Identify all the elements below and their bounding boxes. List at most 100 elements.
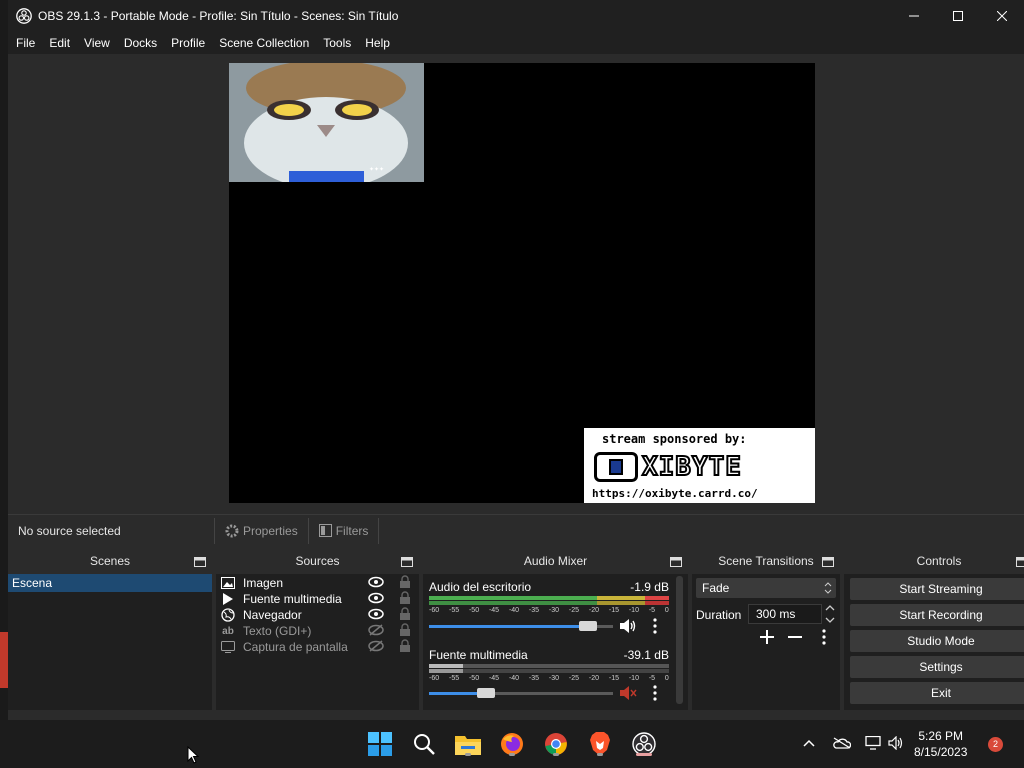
network-icon[interactable] — [864, 736, 882, 750]
play-icon — [220, 592, 236, 606]
properties-label: Properties — [243, 523, 298, 538]
track-db: -1.9 dB — [630, 580, 669, 594]
settings-button[interactable]: Settings — [850, 656, 1024, 678]
file-explorer-icon[interactable] — [452, 728, 484, 760]
source-item-navegador[interactable]: Navegador — [216, 607, 419, 623]
chevron-up-icon[interactable] — [803, 739, 815, 747]
onedrive-offline-icon[interactable] — [833, 737, 851, 749]
volume-slider-media[interactable] — [429, 688, 613, 698]
duration-input[interactable]: 300 ms — [748, 604, 822, 624]
volume-meter — [429, 601, 669, 605]
lock-icon[interactable] — [399, 607, 411, 621]
lock-icon[interactable] — [399, 575, 411, 589]
properties-button[interactable]: Properties — [225, 524, 298, 538]
undock-icon[interactable] — [822, 555, 834, 567]
menu-scene-collection[interactable]: Scene Collection — [219, 36, 309, 50]
monitor-icon — [220, 640, 236, 654]
speaker-icon[interactable] — [619, 618, 637, 634]
filters-label: Filters — [335, 523, 369, 538]
obs-icon[interactable] — [628, 728, 660, 760]
windows-start-icon[interactable] — [364, 728, 396, 760]
track-name: Audio del escritorio — [429, 580, 532, 594]
source-item-captura[interactable]: Captura de pantalla — [216, 639, 419, 655]
mixer-track-desktop: Audio del escritorio -1.9 dB -60 -55 -50 -4… — [429, 580, 669, 614]
studio-mode-button[interactable]: Studio Mode — [850, 630, 1024, 652]
preview-canvas[interactable]: ✦✦✦ stream sponsored by: XIBYTE https://… — [229, 63, 815, 503]
kebab-menu-icon[interactable] — [653, 618, 657, 634]
transition-select[interactable]: Fade — [696, 578, 836, 598]
start-streaming-button[interactable]: Start Streaming — [850, 578, 1024, 600]
add-transition-icon[interactable] — [760, 630, 774, 644]
menu-edit[interactable]: Edit — [49, 36, 70, 50]
kebab-menu-icon[interactable] — [822, 629, 826, 645]
volume-icon[interactable] — [888, 736, 906, 750]
eye-icon[interactable] — [368, 608, 384, 620]
source-label: Navegador — [243, 608, 302, 622]
lock-icon[interactable] — [399, 639, 411, 653]
maximize-icon[interactable] — [936, 0, 980, 32]
mixer-scrollbar[interactable] — [676, 576, 683, 704]
lock-icon[interactable] — [399, 591, 411, 605]
source-label: Captura de pantalla — [243, 640, 348, 654]
separator — [378, 517, 380, 544]
muted-speaker-icon[interactable] — [619, 685, 637, 701]
undock-icon[interactable] — [1016, 555, 1024, 567]
source-item-texto[interactable]: ab Texto (GDI+) — [216, 623, 419, 639]
source-item-imagen[interactable]: Imagen — [216, 575, 419, 591]
notification-badge[interactable]: 2 — [988, 737, 1003, 752]
sponsor-banner[interactable]: stream sponsored by: XIBYTE https://oxib… — [584, 428, 815, 503]
meter-scale: -60 -55 -50 -45 -40 -35 -30 -25 -20 -15 -10 -5 0 — [429, 607, 669, 614]
start-recording-button[interactable]: Start Recording — [850, 604, 1024, 626]
eye-icon[interactable] — [368, 576, 384, 588]
brave-icon[interactable] — [584, 728, 616, 760]
eye-hidden-icon[interactable] — [368, 640, 384, 652]
search-icon[interactable] — [408, 728, 440, 760]
mixer-title: Audio Mixer — [523, 554, 588, 568]
minimize-icon[interactable] — [892, 0, 936, 32]
menu-profile[interactable]: Profile — [171, 36, 205, 50]
filters-button[interactable]: Filters — [318, 523, 369, 538]
duration-spin-icon[interactable] — [824, 602, 836, 626]
background-window-edge — [0, 0, 8, 720]
source-item-fuente-multimedia[interactable]: Fuente multimedia — [216, 591, 419, 607]
system-clock[interactable]: 5:26 PM 8/15/2023 — [914, 728, 967, 760]
remove-transition-icon[interactable] — [788, 630, 802, 644]
background-window-accent — [0, 632, 8, 688]
mixer-track-media: Fuente multimedia -39.1 dB -60 -55 -50 -45-… — [429, 648, 669, 682]
scene-transitions-dock: Scene Transitions Fade Duration 300 ms — [692, 548, 840, 720]
clock-date: 8/15/2023 — [914, 745, 968, 759]
exit-button[interactable]: Exit — [850, 682, 1024, 704]
undock-icon[interactable] — [670, 555, 682, 567]
volume-meter — [429, 669, 669, 673]
menu-view[interactable]: View — [84, 36, 110, 50]
undock-icon[interactable] — [401, 555, 413, 567]
chrome-icon[interactable] — [540, 728, 572, 760]
updown-arrow-icon — [824, 582, 832, 594]
sponsor-logo: XIBYTE — [594, 450, 804, 484]
lock-icon[interactable] — [399, 623, 411, 637]
duration-value: 300 ms — [756, 607, 796, 621]
sponsor-logo-text: XIBYTE — [641, 451, 742, 483]
menu-help[interactable]: Help — [365, 36, 390, 50]
menu-tools[interactable]: Tools — [323, 36, 351, 50]
undock-icon[interactable] — [194, 555, 206, 567]
sources-header: Sources — [216, 548, 419, 574]
volume-slider-desktop[interactable] — [429, 621, 613, 631]
scenes-footer — [8, 710, 212, 720]
duration-label: Duration — [696, 608, 742, 622]
menu-file[interactable]: File — [16, 36, 35, 50]
close-icon[interactable] — [980, 0, 1024, 32]
obs-window: OBS 29.1.3 - Portable Mode - Profile: Si… — [8, 0, 1024, 720]
controls-title: Controls — [916, 554, 962, 568]
kebab-menu-icon[interactable] — [653, 685, 657, 701]
text-icon: ab — [222, 625, 234, 637]
eye-hidden-icon[interactable] — [368, 624, 384, 636]
meter-scale: -60 -55 -50 -45 -40 -35 -30 -25 -20 -15 -10 -5 0 — [429, 675, 669, 682]
menu-docks[interactable]: Docks — [124, 36, 157, 50]
firefox-icon[interactable] — [496, 728, 528, 760]
scene-item[interactable]: Escena — [8, 574, 212, 592]
eye-icon[interactable] — [368, 592, 384, 604]
track-name: Fuente multimedia — [429, 648, 528, 662]
image-source-cat[interactable]: ✦✦✦ — [229, 63, 424, 182]
transitions-header: Scene Transitions — [692, 548, 840, 574]
